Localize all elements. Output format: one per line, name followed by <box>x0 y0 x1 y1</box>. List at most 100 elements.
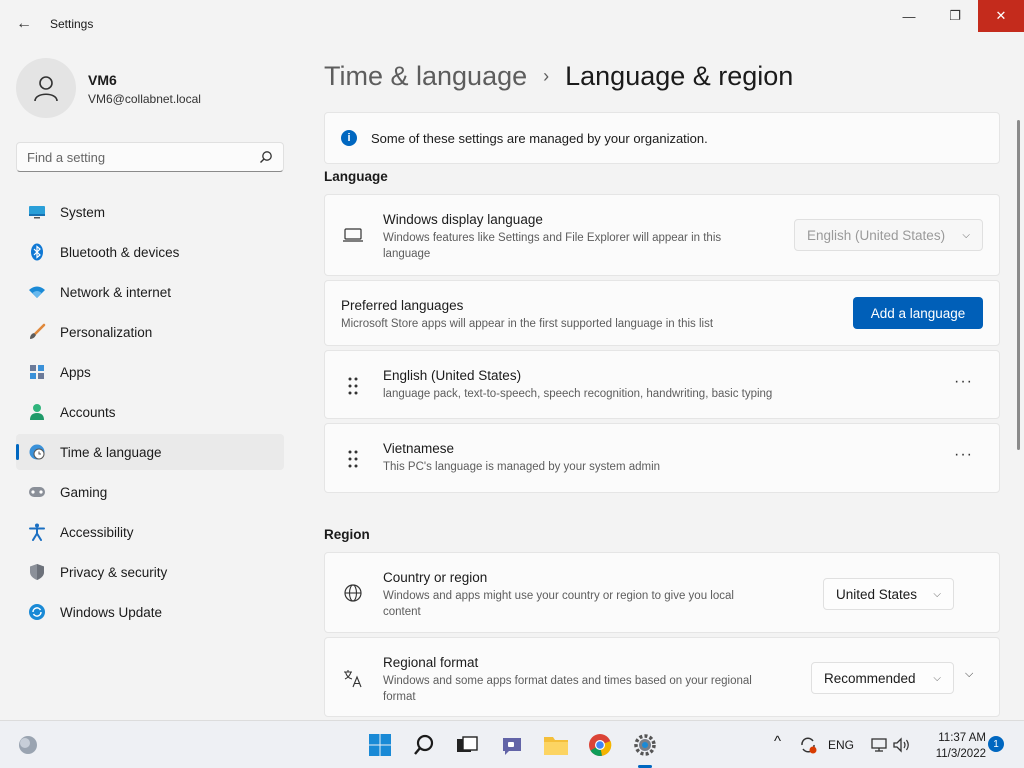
volume-icon[interactable] <box>888 731 916 759</box>
brush-icon <box>28 323 46 341</box>
sidebar-item-label: System <box>60 204 106 220</box>
country-region-card: Country or region Windows and apps might… <box>324 552 1000 633</box>
show-hidden-icons-button[interactable]: ^ <box>774 733 781 750</box>
sidebar-item-personalization[interactable]: Personalization <box>16 314 284 350</box>
info-text: Some of these settings are managed by yo… <box>371 130 708 146</box>
sidebar-item-accessibility[interactable]: Accessibility <box>16 514 284 550</box>
sidebar-item-apps[interactable]: Apps <box>16 354 284 390</box>
sidebar-item-network[interactable]: Network & internet <box>16 274 284 310</box>
sidebar-item-label: Personalization <box>60 324 153 340</box>
display-language-dropdown[interactable]: English (United States) ⌵ <box>794 219 983 251</box>
sidebar-item-time-language[interactable]: Time & language <box>16 434 284 470</box>
language-detail: This PC's language is managed by your sy… <box>383 461 661 473</box>
title-bar: ← Settings — ❐ ✕ <box>0 0 1024 48</box>
close-button[interactable]: ✕ <box>978 0 1024 32</box>
start-icon[interactable] <box>366 731 394 759</box>
sidebar-item-gaming[interactable]: Gaming <box>16 474 284 510</box>
clock-date: 11/3/2022 <box>935 748 986 760</box>
search-box[interactable] <box>16 142 284 172</box>
display-language-title: Windows display language <box>383 212 543 227</box>
sidebar-item-label: Accessibility <box>60 524 134 540</box>
search-taskbar-icon[interactable] <box>410 731 438 759</box>
clock[interactable]: 11:37 AM 11/3/2022 <box>916 730 986 762</box>
more-options-button[interactable]: ··· <box>954 373 973 391</box>
user-name: VM6 <box>88 72 117 88</box>
notification-badge[interactable]: 1 <box>988 736 1004 752</box>
bluetooth-icon <box>28 243 46 261</box>
regional-format-dropdown[interactable]: Recommended ⌵ <box>811 662 954 694</box>
globe-icon <box>341 581 365 605</box>
chevron-down-icon: ⌵ <box>933 672 941 684</box>
sidebar-item-accounts[interactable]: Accounts <box>16 394 284 430</box>
language-item-english[interactable]: English (United States) language pack, t… <box>324 350 1000 419</box>
regional-format-title: Regional format <box>383 655 479 670</box>
taskbar: ^ ENG 11:37 AM 11/3/2022 <box>0 720 1024 768</box>
gamepad-icon <box>28 483 46 501</box>
clock-time: 11:37 AM <box>938 732 986 744</box>
preferred-languages-description: Microsoft Store apps will appear in the … <box>341 318 714 330</box>
display-language-card: Windows display language Windows feature… <box>324 194 1000 276</box>
chat-icon[interactable] <box>498 731 526 759</box>
sidebar-item-label: Bluetooth & devices <box>60 244 180 260</box>
sidebar-item-label: Windows Update <box>60 604 163 620</box>
sidebar-item-privacy[interactable]: Privacy & security <box>16 554 284 590</box>
chevron-down-icon: ⌵ <box>933 588 941 600</box>
country-region-description: Windows and apps might use your country … <box>383 590 734 618</box>
sidebar-nav: System Bluetooth & devices Network & int… <box>16 194 284 634</box>
section-title-language: Language <box>324 169 388 184</box>
language-item-vietnamese[interactable]: Vietnamese This PC's language is managed… <box>324 423 1000 493</box>
settings-taskbar-icon[interactable] <box>631 731 659 759</box>
shield-icon <box>28 563 46 581</box>
preferred-languages-title: Preferred languages <box>341 298 464 313</box>
drag-handle-icon[interactable] <box>345 449 361 469</box>
sidebar-item-label: Privacy & security <box>60 564 168 580</box>
more-options-button[interactable]: ··· <box>954 446 973 464</box>
sidebar-item-label: Accounts <box>60 404 116 420</box>
regional-format-value: Recommended <box>824 670 916 686</box>
input-language-indicator[interactable]: ENG <box>828 738 854 752</box>
regional-format-icon <box>341 666 365 690</box>
task-view-icon[interactable] <box>453 731 481 759</box>
accessibility-icon <box>28 523 46 541</box>
chrome-icon[interactable] <box>586 731 614 759</box>
weather-icon[interactable] <box>14 731 42 759</box>
sidebar-item-system[interactable]: System <box>16 194 284 230</box>
expand-chevron-icon[interactable]: ⌵ <box>965 668 973 681</box>
maximize-button[interactable]: ❐ <box>932 0 978 32</box>
preferred-languages-card: Preferred languages Microsoft Store apps… <box>324 280 1000 346</box>
breadcrumb-separator: › <box>543 65 550 86</box>
regional-format-description: Windows and some apps format dates and t… <box>383 675 752 703</box>
minimize-button[interactable]: — <box>886 0 932 32</box>
page-title: Language & region <box>565 60 794 91</box>
drag-handle-icon[interactable] <box>345 376 361 396</box>
managed-info-banner: i Some of these settings are managed by … <box>324 112 1000 164</box>
app-title: Settings <box>50 17 94 31</box>
search-input[interactable] <box>27 149 259 165</box>
language-name: English (United States) <box>383 368 522 383</box>
sidebar-item-label: Gaming <box>60 484 108 500</box>
chevron-down-icon: ⌵ <box>962 229 970 241</box>
sidebar-item-bluetooth[interactable]: Bluetooth & devices <box>16 234 284 270</box>
system-icon <box>28 203 46 221</box>
apps-icon <box>28 363 46 381</box>
wifi-icon <box>28 283 46 301</box>
language-detail: language pack, text-to-speech, speech re… <box>383 388 773 400</box>
country-region-dropdown[interactable]: United States ⌵ <box>823 578 954 610</box>
accounts-icon <box>28 403 46 421</box>
file-explorer-icon[interactable] <box>542 731 570 759</box>
globe-clock-icon <box>28 443 46 461</box>
back-button[interactable]: ← <box>12 12 36 36</box>
add-language-button[interactable]: Add a language <box>853 297 983 329</box>
person-icon <box>34 76 58 102</box>
section-title-region: Region <box>324 527 370 542</box>
country-region-title: Country or region <box>383 570 488 585</box>
user-profile[interactable]: VM6 VM6@collabnet.local <box>16 58 286 118</box>
language-name: Vietnamese <box>383 441 455 456</box>
sidebar-item-label: Time & language <box>60 444 162 460</box>
user-email: VM6@collabnet.local <box>88 92 201 106</box>
scrollbar-thumb[interactable] <box>1017 120 1020 450</box>
info-icon: i <box>341 130 357 146</box>
sync-icon[interactable] <box>794 731 822 759</box>
breadcrumb-parent[interactable]: Time & language <box>324 61 527 92</box>
sidebar-item-windows-update[interactable]: Windows Update <box>16 594 284 630</box>
